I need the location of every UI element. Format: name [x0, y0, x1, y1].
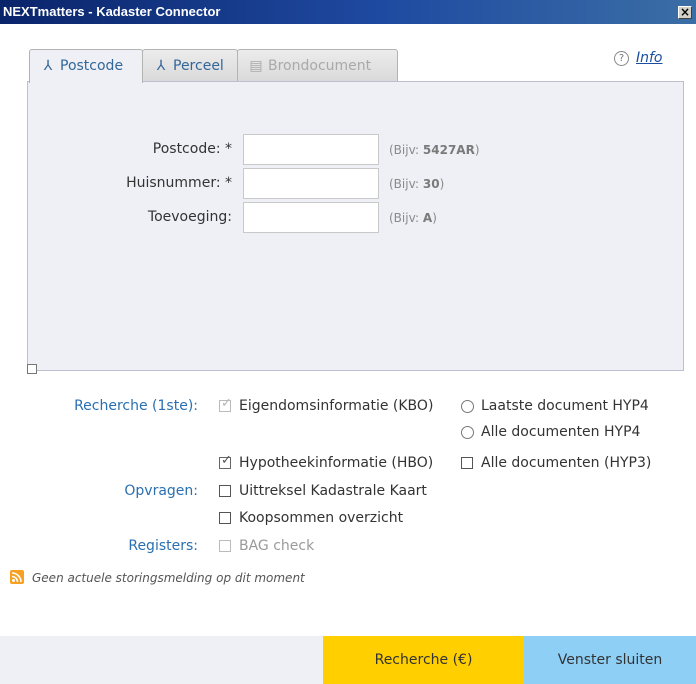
info-link[interactable]: Info — [636, 50, 663, 66]
koopsommen-checkbox[interactable] — [219, 512, 231, 524]
tab-label: Perceel — [173, 58, 224, 74]
postcode-input[interactable] — [243, 134, 379, 165]
huisnummer-hint: (Bijv: 30) — [389, 177, 445, 191]
tab-postcode[interactable]: ⅄ Postcode — [29, 49, 143, 83]
survey-marker-icon: ⅄ — [156, 58, 166, 74]
tab-perceel[interactable]: ⅄ Perceel — [142, 49, 238, 82]
document-icon: ▤ — [249, 58, 263, 74]
status-notice: Geen actuele storingsmelding op dit mome… — [32, 571, 305, 585]
recherche-button[interactable]: Recherche (€) — [323, 636, 524, 684]
uittreksel-checkbox[interactable] — [219, 485, 231, 497]
eigendom-label: Eigendomsinformatie (KBO) — [239, 398, 434, 414]
recherche-label: Recherche (1ste): — [74, 398, 198, 414]
alle-documenten-hyp3-checkbox[interactable] — [461, 457, 473, 469]
hypotheek-label: Hypotheekinformatie (HBO) — [239, 455, 434, 471]
alle-documenten-hyp4-label: Alle documenten HYP4 — [481, 424, 641, 440]
bag-check-label: BAG check — [239, 538, 315, 554]
postcode-hint: (Bijv: 5427AR) — [389, 143, 480, 157]
huisnummer-input[interactable] — [243, 168, 379, 199]
rss-icon[interactable] — [10, 570, 24, 584]
huisnummer-label: Huisnummer: * — [126, 175, 232, 191]
eigendom-checkbox — [219, 396, 232, 412]
tab-brondocument: ▤ Brondocument — [237, 49, 398, 82]
help-icon[interactable]: ? — [614, 51, 629, 66]
window-title: NEXTmatters - Kadaster Connector — [3, 4, 221, 19]
koopsommen-label: Koopsommen overzicht — [239, 510, 404, 526]
window-title-bar: NEXTmatters - Kadaster Connector — [0, 0, 696, 24]
footer-bar — [0, 636, 323, 684]
survey-marker-icon: ⅄ — [43, 58, 53, 74]
toevoeging-hint: (Bijv: A) — [389, 211, 437, 225]
laatste-document-radio[interactable] — [461, 400, 474, 413]
uittreksel-label: Uittreksel Kadastrale Kaart — [239, 483, 427, 499]
alle-documenten-hyp3-label: Alle documenten (HYP3) — [481, 455, 652, 471]
tab-label: Brondocument — [268, 58, 372, 74]
tab-label: Postcode — [60, 58, 124, 74]
alle-documenten-hyp4-radio[interactable] — [461, 426, 474, 439]
close-window-button[interactable]: Venster sluiten — [524, 636, 696, 684]
hypotheek-checkbox[interactable] — [219, 453, 232, 469]
toevoeging-label: Toevoeging: — [147, 209, 232, 225]
opvragen-label: Opvragen: — [124, 483, 198, 499]
window-close-button[interactable]: × — [678, 6, 692, 19]
registers-label: Registers: — [128, 538, 198, 554]
resize-handle[interactable] — [27, 364, 37, 374]
laatste-document-label: Laatste document HYP4 — [481, 398, 649, 414]
postcode-label: Postcode: * — [152, 141, 232, 157]
bag-check-checkbox — [219, 540, 231, 552]
toevoeging-input[interactable] — [243, 202, 379, 233]
